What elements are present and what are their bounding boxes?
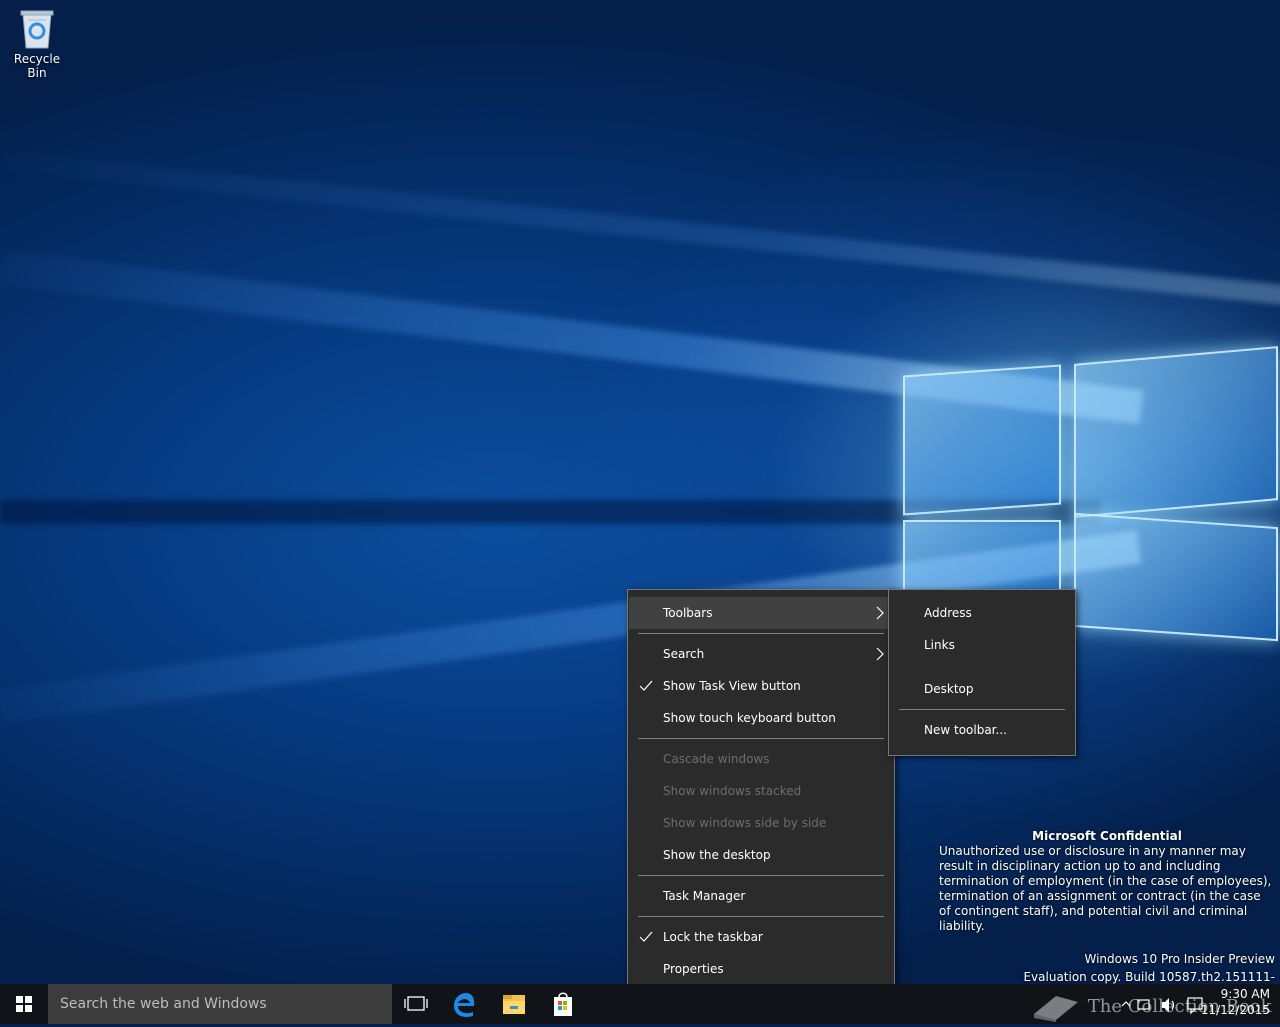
start-button[interactable] <box>0 984 48 1024</box>
toolbars-submenu: Address Links Desktop New toolbar... <box>888 589 1076 756</box>
menu-item-toolbars[interactable]: Toolbars <box>629 597 893 629</box>
recycle-bin-icon <box>18 6 56 50</box>
checkmark-icon <box>639 921 653 953</box>
checkmark-icon <box>639 670 653 702</box>
menu-item-label: Lock the taskbar <box>663 930 763 944</box>
file-explorer-icon <box>503 995 525 1014</box>
menu-separator <box>638 916 884 917</box>
menu-item-label: Search <box>663 647 705 661</box>
menu-item-search[interactable]: Search <box>629 638 893 670</box>
menu-item-label: Address <box>924 606 972 620</box>
submenu-item-address[interactable]: Address <box>890 597 1074 629</box>
watermark-body: Unauthorized use or disclosure in any ma… <box>939 844 1272 933</box>
store-button[interactable] <box>539 984 587 1024</box>
menu-item-properties[interactable]: Properties <box>629 953 893 985</box>
menu-separator <box>899 709 1065 710</box>
edge-button[interactable] <box>441 984 489 1024</box>
chevron-right-icon <box>875 638 885 670</box>
taskbar-context-menu: Toolbars Search Show Task View button Sh… <box>627 589 895 995</box>
submenu-item-links[interactable]: Links <box>890 629 1074 661</box>
menu-item-show-windows-stacked: Show windows stacked <box>629 775 893 807</box>
menu-item-label: Toolbars <box>663 606 713 620</box>
file-explorer-button[interactable] <box>490 984 538 1024</box>
menu-item-label: Show windows stacked <box>663 784 802 798</box>
menu-item-label: Cascade windows <box>663 752 770 766</box>
menu-item-show-windows-side-by-side: Show windows side by side <box>629 807 893 839</box>
watermark-edition: Windows 10 Pro Insider Preview <box>1084 952 1275 966</box>
menu-item-label: Show windows side by side <box>663 816 827 830</box>
menu-item-show-the-desktop[interactable]: Show the desktop <box>629 839 893 871</box>
menu-item-show-touch-keyboard-button[interactable]: Show touch keyboard button <box>629 702 893 734</box>
chevron-right-icon <box>875 597 885 629</box>
collection-book-watermark: The Collection Book <box>1030 992 1272 1022</box>
menu-item-lock-the-taskbar[interactable]: Lock the taskbar <box>629 921 893 953</box>
edge-icon <box>454 993 475 1017</box>
desktop-icon-recycle-bin[interactable]: Recycle Bin <box>4 6 70 80</box>
recycle-bin-label: Recycle Bin <box>13 52 61 80</box>
task-view-button[interactable] <box>392 984 440 1024</box>
task-view-icon <box>404 996 428 1011</box>
search-placeholder: Search the web and Windows <box>60 996 267 1012</box>
confidential-watermark: Microsoft Confidential Unauthorized use … <box>939 829 1275 934</box>
book-icon <box>1034 996 1078 1022</box>
submenu-item-new-toolbar[interactable]: New toolbar... <box>890 714 1074 746</box>
menu-item-label: Properties <box>663 962 724 976</box>
menu-item-label: Links <box>924 638 955 652</box>
overlay-text: The Collection Book <box>1087 996 1272 1017</box>
menu-item-show-task-view-button[interactable]: Show Task View button <box>629 670 893 702</box>
menu-item-cascade-windows: Cascade windows <box>629 743 893 775</box>
menu-item-label: Show touch keyboard button <box>663 711 836 725</box>
menu-item-task-manager[interactable]: Task Manager <box>629 880 893 912</box>
windows-logo-icon <box>16 996 32 1012</box>
menu-item-label: Desktop <box>924 682 974 696</box>
menu-separator <box>638 633 884 634</box>
menu-item-label: Show the desktop <box>663 848 771 862</box>
submenu-item-desktop[interactable]: Desktop <box>890 673 1074 705</box>
menu-item-label: Show Task View button <box>663 679 801 693</box>
store-icon <box>554 992 572 1016</box>
search-box[interactable]: Search the web and Windows <box>48 984 392 1024</box>
menu-item-label: New toolbar... <box>924 723 1007 737</box>
watermark-title: Microsoft Confidential <box>1032 829 1182 843</box>
menu-item-label: Task Manager <box>663 889 746 903</box>
menu-separator <box>638 875 884 876</box>
menu-separator <box>638 738 884 739</box>
